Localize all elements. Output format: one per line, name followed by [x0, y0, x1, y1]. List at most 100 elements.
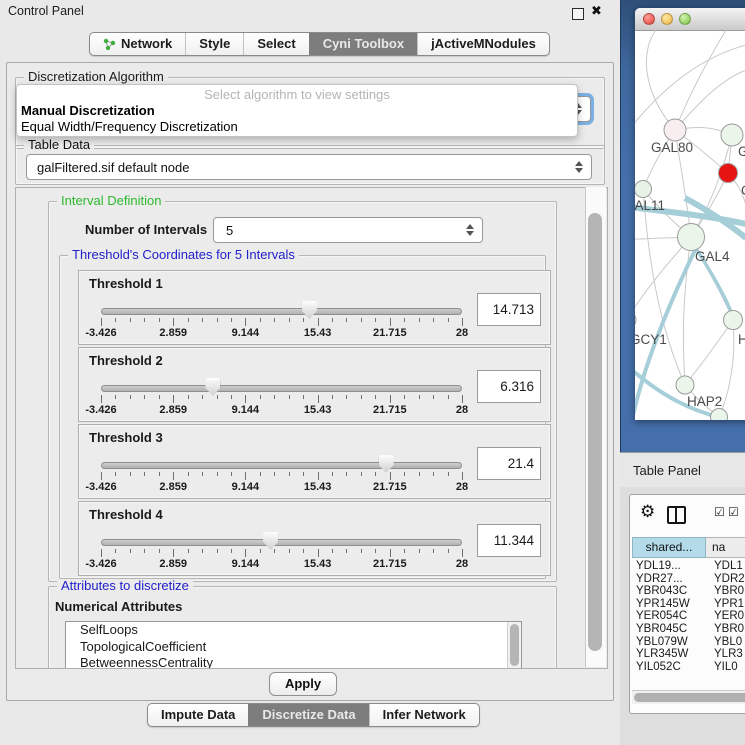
- network-edge[interactable]: [646, 30, 675, 130]
- tick-mark: [188, 395, 189, 399]
- network-edge[interactable]: [675, 70, 745, 130]
- slider-track[interactable]: [101, 462, 462, 469]
- slider-handle[interactable]: [379, 455, 394, 473]
- cell-name[interactable]: YDL1: [706, 560, 743, 573]
- vertical-scrollbar[interactable]: [585, 187, 606, 667]
- column-header-name[interactable]: na: [706, 537, 745, 558]
- tick-mark: [404, 318, 405, 322]
- tick-mark: [462, 395, 463, 403]
- scrollbar-thumb[interactable]: [588, 213, 602, 651]
- cell-shared-name[interactable]: YLR345W: [632, 648, 706, 661]
- tab-impute-data[interactable]: Impute Data: [148, 704, 248, 726]
- network-node-hap2[interactable]: [676, 376, 694, 394]
- threshold-value-field[interactable]: 11.344: [477, 524, 541, 557]
- slider-handle[interactable]: [302, 301, 317, 319]
- cell-shared-name[interactable]: YDR27...: [632, 573, 706, 586]
- tick-mark: [231, 395, 232, 399]
- cell-name[interactable]: YER0: [706, 610, 744, 623]
- close-icon[interactable]: ✖: [591, 3, 602, 19]
- split-columns-icon[interactable]: [667, 506, 686, 524]
- cell-name[interactable]: YIL0: [706, 661, 738, 672]
- zoom-traffic-light[interactable]: [679, 13, 691, 25]
- table-row[interactable]: YBL079WYBL0: [632, 636, 745, 649]
- tab-infer-network[interactable]: Infer Network: [369, 704, 479, 726]
- network-node-c[interactable]: [719, 164, 738, 183]
- tab-jactivemnodules[interactable]: jActiveMNodules: [417, 33, 549, 55]
- checkbox-icon[interactable]: ☑: [728, 505, 739, 519]
- tab-cyni-toolbox[interactable]: Cyni Toolbox: [309, 33, 417, 55]
- threshold-value-field[interactable]: 14.713: [477, 293, 541, 326]
- table-data-select[interactable]: galFiltered.sif default node: [26, 154, 592, 180]
- numerical-attributes-list[interactable]: SelfLoopsTopologicalCoefficientBetweenne…: [65, 621, 522, 669]
- control-panel-titlebar: Control Panel ✖: [0, 0, 620, 24]
- network-canvas[interactable]: GAL80GACGAL11GAL4GCY1HHAP2: [635, 30, 745, 420]
- network-edge[interactable]: [685, 320, 733, 385]
- minimize-traffic-light[interactable]: [661, 13, 673, 25]
- table-row[interactable]: YPR145WYPR1: [632, 598, 745, 611]
- cell-shared-name[interactable]: YPR145W: [632, 598, 706, 611]
- gear-icon[interactable]: ⚙: [640, 502, 655, 522]
- tick-mark: [361, 395, 362, 399]
- cell-name[interactable]: YBL0: [706, 636, 742, 649]
- cell-shared-name[interactable]: YDL19...: [632, 560, 706, 573]
- float-window-icon[interactable]: [572, 8, 584, 20]
- threshold-value-field[interactable]: 6.316: [477, 370, 541, 403]
- column-header-shared-name[interactable]: shared...: [632, 537, 706, 558]
- tick-mark: [202, 549, 203, 553]
- list-scrollbar[interactable]: [507, 622, 521, 669]
- cell-shared-name[interactable]: YBL079W: [632, 636, 706, 649]
- attribute-list-item[interactable]: SelfLoops: [66, 622, 521, 639]
- slider-handle[interactable]: [263, 532, 278, 550]
- cell-name[interactable]: YLR3: [706, 648, 743, 661]
- network-edge[interactable]: [675, 30, 726, 130]
- threshold-value-field[interactable]: 21.4: [477, 447, 541, 480]
- tick-mark: [289, 549, 290, 553]
- cell-shared-name[interactable]: YIL052C: [632, 661, 706, 672]
- cell-shared-name[interactable]: YER054C: [632, 610, 706, 623]
- cell-shared-name[interactable]: YBR043C: [632, 585, 706, 598]
- network-node-gal4[interactable]: [678, 224, 705, 251]
- scrollbar-thumb[interactable]: [634, 693, 745, 702]
- table-row[interactable]: YBR045CYBR0: [632, 623, 745, 636]
- toolbox-tab-bar: NetworkStyleSelectCyni ToolboxjActiveMNo…: [89, 32, 550, 56]
- table-row[interactable]: YDR27...YDR2: [632, 573, 745, 586]
- table-row[interactable]: YIL052CYIL0: [632, 661, 745, 672]
- close-traffic-light[interactable]: [643, 13, 655, 25]
- cell-shared-name[interactable]: YBR045C: [632, 623, 706, 636]
- table-row[interactable]: YLR345WYLR3: [632, 648, 745, 661]
- tick-mark: [115, 549, 116, 553]
- network-node-ga[interactable]: [721, 124, 743, 146]
- tab-style[interactable]: Style: [185, 33, 243, 55]
- slider-track[interactable]: [101, 385, 462, 392]
- tab-select[interactable]: Select: [243, 33, 308, 55]
- tab-network[interactable]: Network: [90, 33, 185, 55]
- dropdown-placeholder: Select algorithm to view settings: [17, 87, 577, 103]
- slider-track[interactable]: [101, 308, 462, 315]
- tick-mark: [448, 395, 449, 399]
- cell-name[interactable]: YBR0: [706, 585, 744, 598]
- num-intervals-select[interactable]: 5: [213, 217, 483, 243]
- cell-name[interactable]: YDR2: [706, 573, 745, 586]
- slider-handle[interactable]: [205, 378, 220, 396]
- cell-name[interactable]: YPR1: [706, 598, 744, 611]
- checkbox-icon[interactable]: ☑: [714, 505, 725, 519]
- network-node[interactable]: [711, 409, 728, 421]
- cell-name[interactable]: YBR0: [706, 623, 744, 636]
- network-node-h[interactable]: [724, 311, 743, 330]
- dropdown-option[interactable]: Equal Width/Frequency Discretization: [17, 119, 577, 135]
- slider-track[interactable]: [101, 539, 462, 546]
- table-row[interactable]: YDL19...YDL1: [632, 560, 745, 573]
- network-node-gcy1[interactable]: [635, 311, 636, 329]
- network-node-gal80[interactable]: [664, 119, 686, 141]
- attribute-list-item[interactable]: BetweennessCentrality: [66, 655, 521, 669]
- apply-button[interactable]: Apply: [269, 672, 337, 696]
- horizontal-scrollbar[interactable]: [632, 690, 745, 704]
- table-panel-titlebar: Table Panel: [620, 452, 745, 488]
- network-node-gal11[interactable]: [635, 181, 652, 198]
- dropdown-option[interactable]: Manual Discretization: [17, 103, 577, 119]
- attribute-list-item[interactable]: TopologicalCoefficient: [66, 639, 521, 656]
- network-window-titlebar[interactable]: [635, 8, 745, 31]
- tab-discretize-data[interactable]: Discretize Data: [248, 704, 368, 726]
- table-row[interactable]: YBR043CYBR0: [632, 585, 745, 598]
- table-row[interactable]: YER054CYER0: [632, 610, 745, 623]
